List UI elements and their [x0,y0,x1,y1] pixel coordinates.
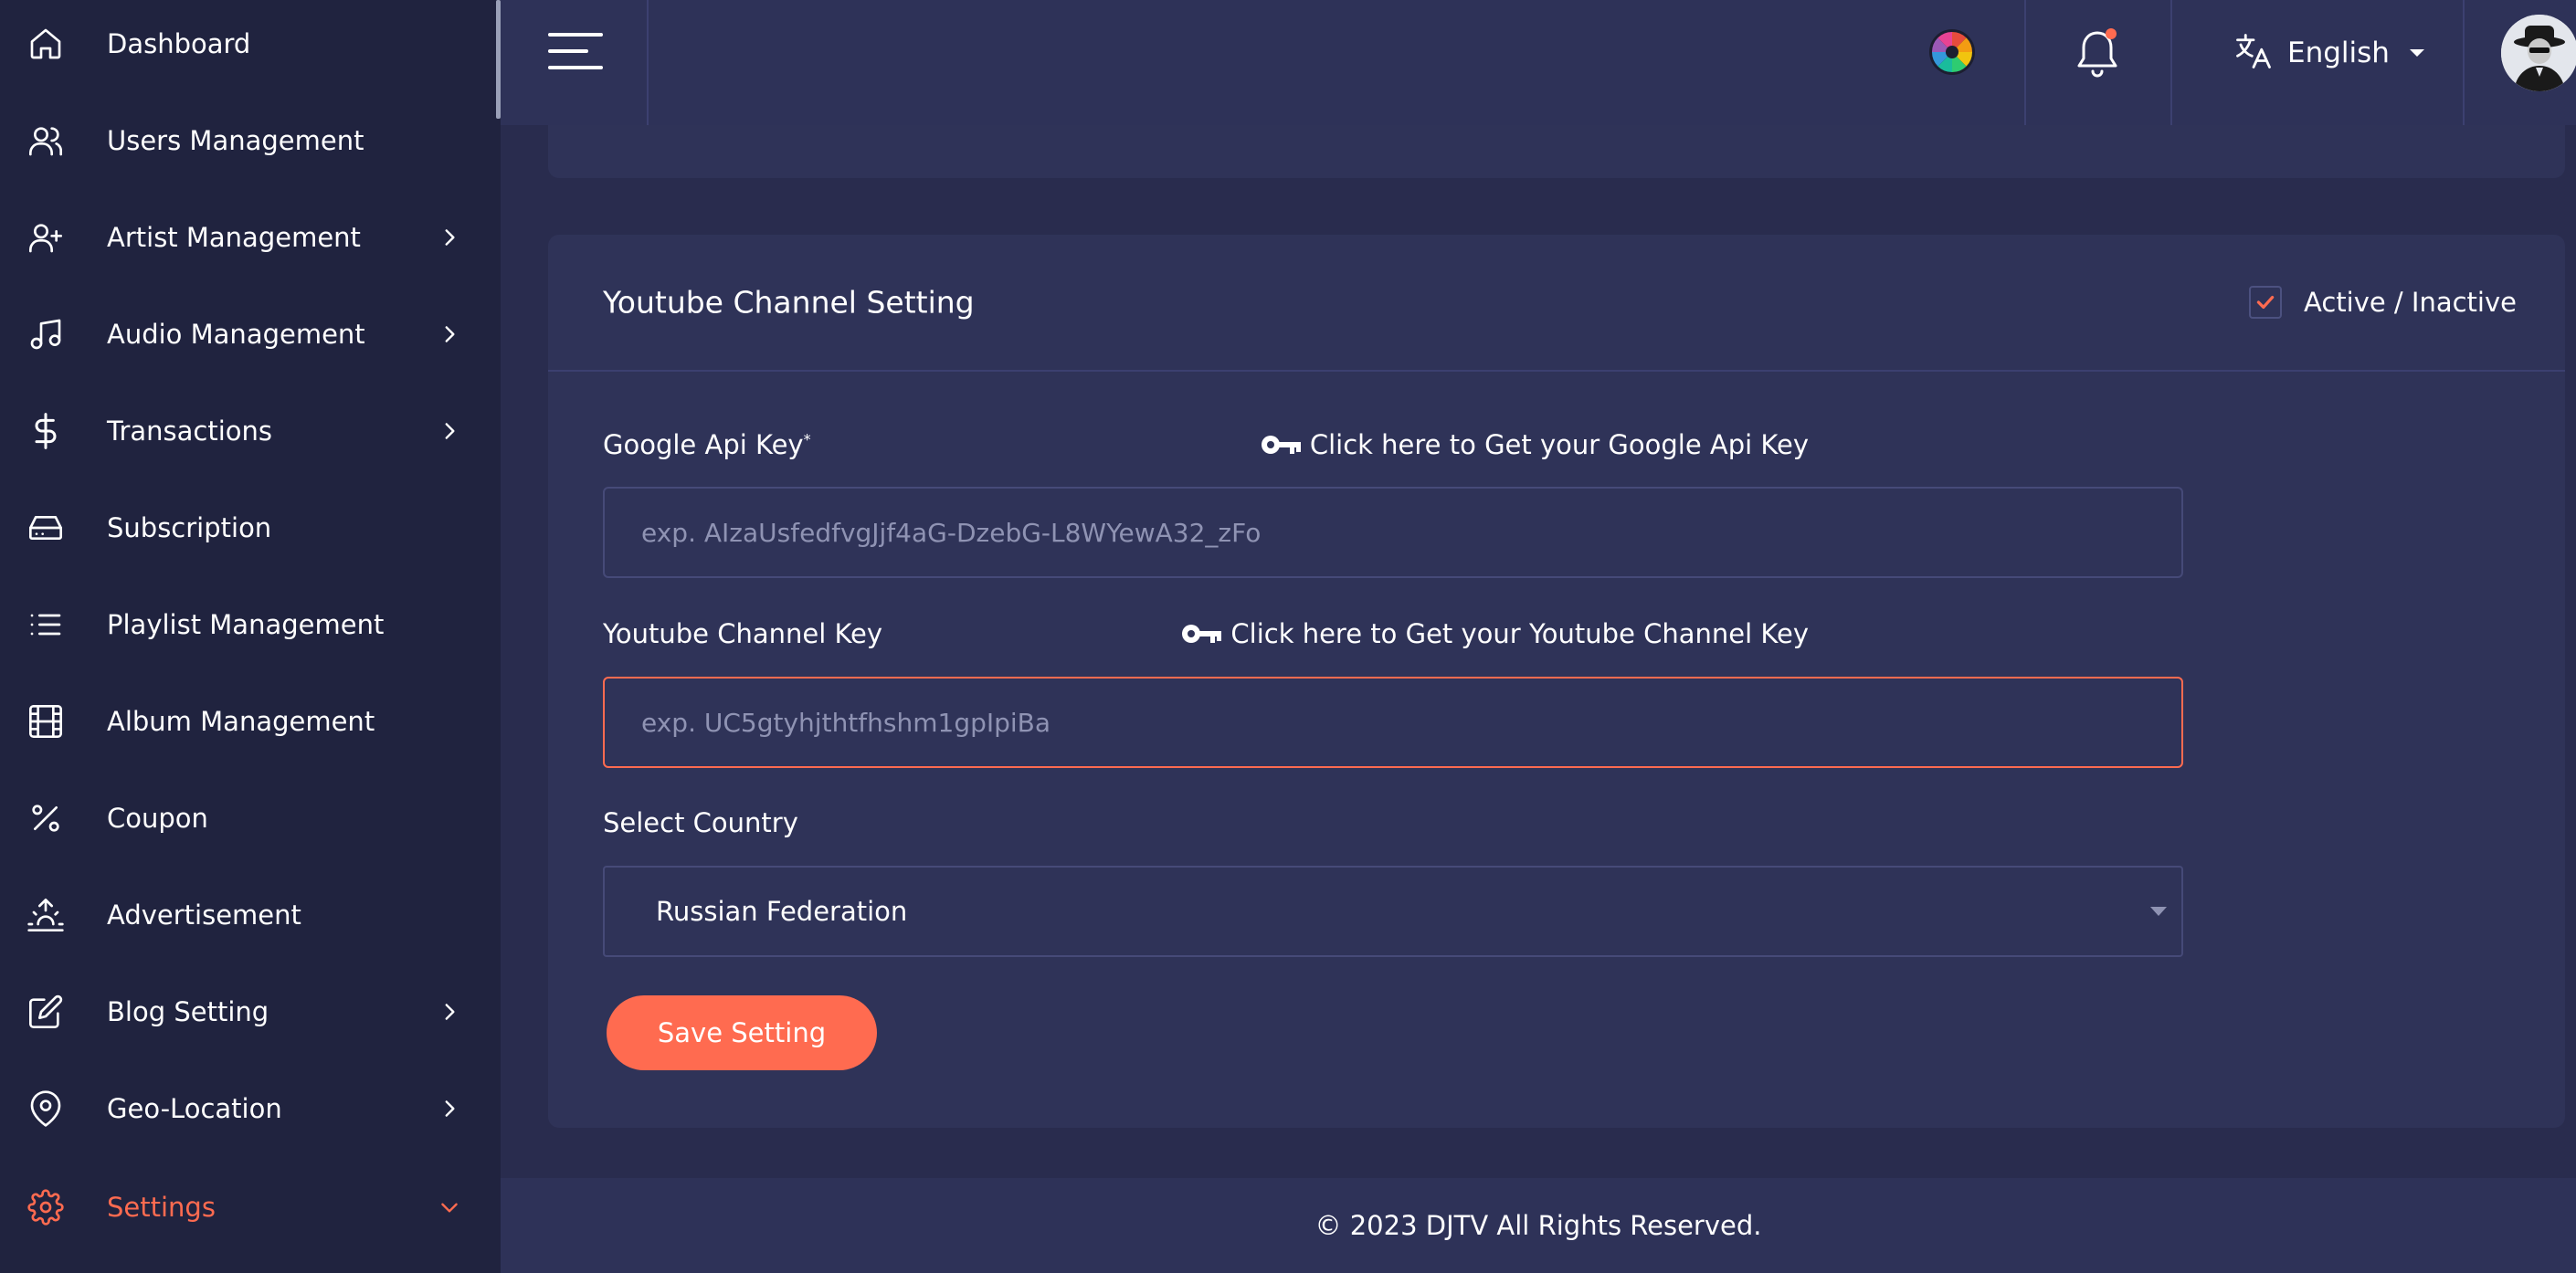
sidebar-item-label: Dashboard [107,28,251,59]
header-divider [647,0,649,125]
key-icon [1261,436,1301,454]
sidebar-item-label: Blog Setting [107,996,269,1027]
chevron-right-icon [437,418,462,444]
youtube-channel-key-input[interactable] [603,677,2183,768]
previous-settings-card [548,125,2565,178]
footer: © 2023 DJTV All Rights Reserved. [501,1178,2576,1273]
active-checkbox[interactable] [2249,286,2282,319]
menu-toggle-button[interactable] [548,31,607,75]
sidebar-item-label: Album Management [107,706,375,737]
hamburger-line [548,66,603,69]
avatar[interactable] [2501,15,2576,91]
sidebar-item-label: Settings [107,1192,216,1223]
help-link-text: Click here to Get your Youtube Channel K… [1230,618,1809,649]
active-inactive-toggle[interactable]: Active / Inactive [2249,286,2517,319]
active-inactive-label: Active / Inactive [2304,287,2517,318]
user-plus-icon [26,218,65,257]
sidebar-item-playlist-management[interactable]: Playlist Management [0,576,493,673]
sidebar-item-transactions[interactable]: Transactions [0,383,493,479]
sidebar-item-settings[interactable]: Settings [0,1159,493,1256]
youtube-channel-settings-card: Youtube Channel Setting Active / Inactiv… [548,235,2565,1128]
required-mark: * [803,430,811,448]
chevron-right-icon [437,321,462,347]
sidebar-item-label: Users Management [107,125,364,156]
app-root: Dashboard Users Management Artist Manage… [0,0,2576,1273]
google-api-key-input[interactable] [603,487,2183,578]
users-icon [26,121,65,160]
chevron-right-icon [437,1096,462,1121]
home-icon [26,25,65,63]
youtube-channel-key-label: Youtube Channel Key [603,618,883,649]
key-icon [1182,625,1222,643]
chevron-right-icon [437,999,462,1025]
save-setting-button[interactable]: Save Setting [607,995,877,1070]
help-link-text: Click here to Get your Google Api Key [1309,429,1809,460]
sidebar-item-geo-location[interactable]: Geo-Location [0,1060,493,1157]
sidebar: Dashboard Users Management Artist Manage… [0,0,501,1273]
caret-down-icon [2150,907,2167,916]
header-divider [2170,0,2172,125]
gear-icon [26,1188,65,1226]
copyright-text: © 2023 DJTV All Rights Reserved. [1314,1210,1762,1241]
film-icon [26,702,65,741]
language-selector[interactable]: English [2234,27,2424,79]
sidebar-item-advertisement[interactable]: Advertisement [0,867,493,963]
google-api-key-label: Google Api Key* [603,429,811,460]
country-select[interactable]: Russian Federation [603,866,2183,957]
chevron-right-icon [437,225,462,250]
get-google-api-key-link[interactable]: Click here to Get your Google Api Key [1261,429,1809,460]
card-title: Youtube Channel Setting [603,284,975,321]
country-selected-value: Russian Federation [656,896,908,927]
sidebar-item-dashboard[interactable]: Dashboard [0,0,493,92]
hamburger-line [548,33,603,37]
sunrise-icon [26,896,65,934]
music-icon [26,315,65,353]
sidebar-item-album-management[interactable]: Album Management [0,673,493,770]
sidebar-item-artist-management[interactable]: Artist Management [0,189,493,286]
theme-color-wheel-icon[interactable] [1927,27,1977,77]
translate-icon [2234,32,2273,74]
sidebar-item-label: Transactions [107,416,273,447]
header-divider [2024,0,2026,125]
sidebar-item-audio-management[interactable]: Audio Management [0,286,493,383]
top-header: English [501,0,2576,125]
sidebar-item-label: Advertisement [107,900,301,931]
google-api-key-label-text: Google Api Key [603,429,804,460]
sidebar-item-label: Subscription [107,512,272,543]
sidebar-item-blog-setting[interactable]: Blog Setting [0,963,493,1060]
sidebar-item-label: Playlist Management [107,609,385,640]
header-divider [2463,0,2465,125]
sidebar-item-label: Artist Management [107,222,361,253]
caret-down-icon [2409,49,2424,57]
get-youtube-channel-key-link[interactable]: Click here to Get your Youtube Channel K… [1181,618,1809,649]
dollar-icon [26,412,65,450]
list-icon [26,605,65,644]
hard-drive-icon [26,509,65,547]
percent-icon [26,799,65,837]
notification-bell-icon[interactable] [2072,26,2123,80]
language-label: English [2287,37,2390,69]
sidebar-item-users-management[interactable]: Users Management [0,92,493,189]
edit-icon [26,993,65,1031]
map-pin-icon [26,1089,65,1128]
card-header: Youtube Channel Setting Active / Inactiv… [548,235,2565,372]
chevron-down-icon [437,1194,462,1220]
sidebar-item-label: Coupon [107,803,208,834]
hamburger-line [548,49,588,53]
select-country-label: Select Country [603,807,798,838]
sidebar-item-coupon[interactable]: Coupon [0,770,493,867]
checkmark-icon [2256,295,2275,310]
sidebar-item-label: Geo-Location [107,1093,282,1124]
sidebar-item-subscription[interactable]: Subscription [0,479,493,576]
sidebar-item-label: Audio Management [107,319,365,350]
